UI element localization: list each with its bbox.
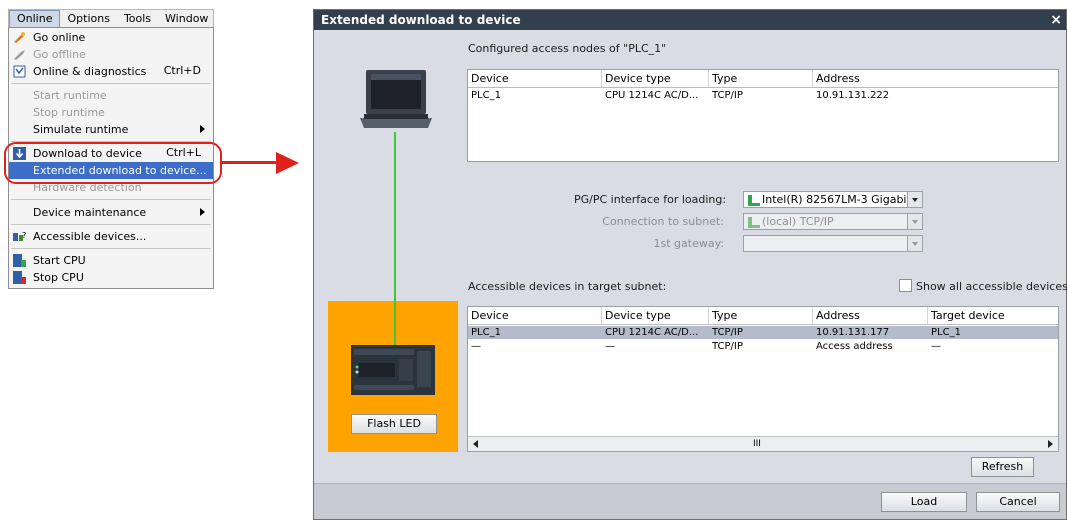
- configured-nodes-label: Configured access nodes of "PLC_1": [468, 42, 667, 55]
- menu-tools[interactable]: Tools: [117, 11, 158, 27]
- refresh-button[interactable]: Refresh: [971, 457, 1034, 477]
- accessible-devices-icon: ?: [13, 231, 26, 241]
- col-header-type[interactable]: Type: [709, 70, 813, 87]
- cell-address[interactable]: 10.91.131.222: [813, 89, 889, 102]
- submenu-arrow-icon: [200, 208, 205, 216]
- menu-window[interactable]: Window: [158, 11, 215, 27]
- chevron-down-icon[interactable]: [907, 236, 922, 251]
- menu-item-start-cpu[interactable]: Start CPU: [9, 252, 213, 269]
- header-divider: [468, 324, 1058, 325]
- dialog-title: Extended download to device: [321, 13, 521, 27]
- accessible-devices-label: Accessible devices in target subnet:: [468, 280, 667, 293]
- scroll-left-icon[interactable]: [473, 440, 478, 448]
- cell-type[interactable]: TCP/IP: [709, 340, 743, 353]
- cell-target-device[interactable]: PLC_1: [928, 326, 961, 339]
- scroll-thumb-grip[interactable]: III: [753, 437, 761, 451]
- cell-type[interactable]: TCP/IP: [709, 89, 743, 102]
- chevron-down-icon[interactable]: [907, 192, 922, 207]
- chevron-down-icon[interactable]: [907, 214, 922, 229]
- cell-address[interactable]: 10.91.131.177: [813, 326, 889, 339]
- cell-address[interactable]: Access address: [813, 340, 893, 353]
- cell-target-device[interactable]: —: [928, 340, 941, 353]
- menu-item-stop-cpu[interactable]: Stop CPU: [9, 269, 213, 286]
- gateway-label: 1st gateway:: [653, 237, 725, 250]
- subnet-select[interactable]: (local) TCP/IP: [743, 213, 923, 230]
- pg-pc-icon: [360, 70, 432, 128]
- cell-device[interactable]: —: [468, 340, 481, 353]
- configured-nodes-table: Device Device type Type Address PLC_1 CP…: [467, 69, 1059, 162]
- menu-item-online-diagnostics[interactable]: Online & diagnostics Ctrl+D: [9, 63, 213, 80]
- svg-text:?: ?: [22, 231, 26, 240]
- cell-device[interactable]: PLC_1: [468, 89, 501, 102]
- subnet-label: Connection to subnet:: [602, 215, 724, 228]
- scroll-right-icon[interactable]: [1048, 440, 1053, 448]
- network-adapter-icon: [748, 195, 760, 206]
- menu-item-device-maintenance[interactable]: Device maintenance: [9, 204, 213, 221]
- cell-type[interactable]: TCP/IP: [709, 326, 743, 339]
- connection-line: [394, 301, 396, 345]
- table-row-selected[interactable]: [468, 326, 1058, 339]
- header-divider: [468, 87, 1058, 88]
- menu-separator: [11, 248, 211, 249]
- callout-arrow-head: [276, 152, 299, 174]
- col-header-device-type[interactable]: Device type: [602, 70, 709, 87]
- close-icon[interactable]: ×: [1050, 10, 1062, 30]
- cancel-button[interactable]: Cancel: [976, 492, 1060, 512]
- menu-item-stop-runtime[interactable]: Stop runtime: [9, 104, 213, 121]
- extended-download-dialog: Extended download to device × Flash LED …: [313, 9, 1067, 520]
- dialog-titlebar: Extended download to device ×: [314, 10, 1066, 30]
- show-all-checkbox[interactable]: [899, 279, 912, 292]
- menu-item-simulate-runtime[interactable]: Simulate runtime: [9, 121, 213, 138]
- highlight-callout: [4, 142, 222, 184]
- col-header-device[interactable]: Device: [468, 70, 602, 87]
- cell-device-type[interactable]: —: [602, 340, 615, 353]
- dialog-footer: Load Cancel: [314, 483, 1066, 519]
- menu-separator: [11, 224, 211, 225]
- menu-separator: [11, 83, 211, 84]
- col-header-device-type[interactable]: Device type: [602, 307, 709, 324]
- menu-item-start-runtime[interactable]: Start runtime: [9, 87, 213, 104]
- cell-device-type[interactable]: CPU 1214C AC/D...: [602, 326, 698, 339]
- pgpc-interface-label: PG/PC interface for loading:: [574, 193, 727, 206]
- menu-item-go-online[interactable]: Go online: [9, 29, 213, 46]
- show-all-label[interactable]: Show all accessible devices: [916, 280, 1067, 293]
- menu-options[interactable]: Options: [60, 11, 116, 27]
- horizontal-scrollbar[interactable]: III: [468, 436, 1058, 451]
- col-header-target-device[interactable]: Target device: [928, 307, 1058, 324]
- diagnostics-icon: [13, 65, 26, 78]
- start-cpu-icon: [13, 254, 26, 267]
- menu-online[interactable]: Online: [9, 9, 61, 28]
- submenu-arrow-icon: [200, 125, 205, 133]
- subnet-icon: [748, 217, 760, 228]
- plc-icon: [351, 345, 435, 395]
- col-header-type[interactable]: Type: [709, 307, 813, 324]
- menu-item-accessible-devices[interactable]: ? Accessible devices...: [9, 228, 213, 245]
- accessible-devices-table: Device Device type Type Address Target d…: [467, 306, 1059, 452]
- menu-bar: Online Options Tools Window: [8, 9, 215, 28]
- load-button[interactable]: Load: [881, 492, 967, 512]
- callout-arrow-line: [222, 161, 276, 164]
- go-online-icon: [14, 32, 25, 43]
- col-header-device[interactable]: Device: [468, 307, 602, 324]
- cell-device-type[interactable]: CPU 1214C AC/D...: [602, 89, 698, 102]
- menu-item-go-offline[interactable]: Go offline: [9, 46, 213, 63]
- menu-separator: [11, 199, 211, 200]
- gateway-select[interactable]: [743, 235, 923, 252]
- stop-cpu-icon: [13, 271, 26, 284]
- col-header-address[interactable]: Address: [813, 70, 1058, 87]
- target-device-panel: Flash LED: [328, 301, 458, 452]
- pgpc-interface-select[interactable]: Intel(R) 82567LM-3 Gigabit: [743, 191, 923, 208]
- col-header-address[interactable]: Address: [813, 307, 928, 324]
- flash-led-button[interactable]: Flash LED: [351, 414, 437, 434]
- connection-line: [394, 132, 396, 301]
- cell-device[interactable]: PLC_1: [468, 326, 501, 339]
- go-offline-icon: [14, 50, 25, 60]
